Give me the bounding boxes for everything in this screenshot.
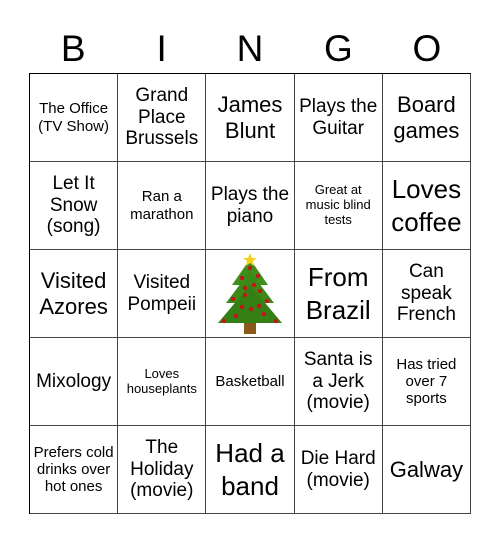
bingo-cell-text: The Holiday (movie) [130,436,194,502]
header-letter-o: O [412,28,442,69]
bingo-cell-r5c5[interactable]: Galway [382,426,471,514]
bingo-cell-r3c1[interactable]: Visited Azores [30,250,119,338]
bingo-cell-text: Let It Snow (song) [46,172,101,238]
bingo-cell-r3c4[interactable]: From Brazil [294,250,383,338]
bingo-cell-text: Santa is a Jerk (movie) [303,348,373,414]
bingo-cell-r4c5[interactable]: Has tried over 7 sports [382,338,471,426]
bingo-cell-text: Visited Azores [39,268,108,319]
header-letter-i: I [156,28,167,69]
bingo-cell-text: Loves houseplants [126,365,197,396]
bingo-cell-text: Ran a marathon [130,188,194,223]
bingo-cell-text: Great at music blind tests [305,182,371,227]
header-letter-g: G [324,28,353,69]
bingo-cell-r2c2[interactable]: Ran a marathon [118,162,207,250]
bingo-cell-text: Basketball [215,372,285,390]
bingo-cell-r5c1[interactable]: Prefers cold drinks over hot ones [30,426,119,514]
bingo-cell-text: James Blunt [217,92,283,143]
bingo-cell-r2c4[interactable]: Great at music blind tests [294,162,383,250]
header-letter-b: B [60,28,86,69]
bingo-cell-r3c5[interactable]: Can speak French [382,250,471,338]
bingo-cell-text: Plays the piano [210,183,290,227]
christmas-tree-icon [217,252,282,334]
bingo-cell-r5c2[interactable]: The Holiday (movie) [118,426,207,514]
bingo-cell-r1c2[interactable]: Grand Place Brussels [118,74,207,162]
bingo-cell-r2c1[interactable]: Let It Snow (song) [30,162,119,250]
bingo-cell-r4c3[interactable]: Basketball [206,338,295,426]
bingo-cell-text: Board games [393,92,460,143]
bingo-cell-r5c3[interactable]: Had a band [206,426,295,514]
bingo-cell-r1c3[interactable]: James Blunt [206,74,295,162]
bingo-cell-r4c2[interactable]: Loves houseplants [118,338,207,426]
bingo-cell-text: Loves coffee [391,174,462,237]
bingo-cell-text: Galway [389,456,464,482]
bingo-cell-r4c4[interactable]: Santa is a Jerk (movie) [294,338,383,426]
bingo-cell-r1c1[interactable]: The Office (TV Show) [30,74,119,162]
bingo-cell-text: Plays the Guitar [299,95,378,139]
bingo-cell-r1c5[interactable]: Board games [382,74,471,162]
free-space-cell[interactable] [206,250,295,338]
header-letter-n: N [236,28,264,69]
bingo-cell-r1c4[interactable]: Plays the Guitar [294,74,383,162]
bingo-cell-text: Grand Place Brussels [125,84,199,150]
bingo-cell-text: Has tried over 7 sports [396,355,457,408]
bingo-cell-text: Had a band [215,438,285,501]
bingo-cell-text: Die Hard (movie) [300,447,376,491]
bingo-cell-r5c4[interactable]: Die Hard (movie) [294,426,383,514]
bingo-cell-r4c1[interactable]: Mixology [30,338,119,426]
bingo-cell-r3c2[interactable]: Visited Pompeii [118,250,207,338]
bingo-cell-text: Visited Pompeii [127,271,197,315]
bingo-cell-r2c5[interactable]: Loves coffee [382,162,471,250]
bingo-header: B I N G O [29,26,471,72]
bingo-cell-text: Mixology [36,370,112,392]
bingo-cell-r2c3[interactable]: Plays the piano [206,162,295,250]
bingo-cell-text: Prefers cold drinks over hot ones [33,443,114,496]
bingo-cell-text: Can speak French [396,260,456,326]
bingo-card-grid: The Office (TV Show) Grand Place Brussels… [29,73,471,514]
bingo-cell-text: The Office (TV Show) [38,100,110,135]
bingo-cell-text: From Brazil [305,262,371,325]
